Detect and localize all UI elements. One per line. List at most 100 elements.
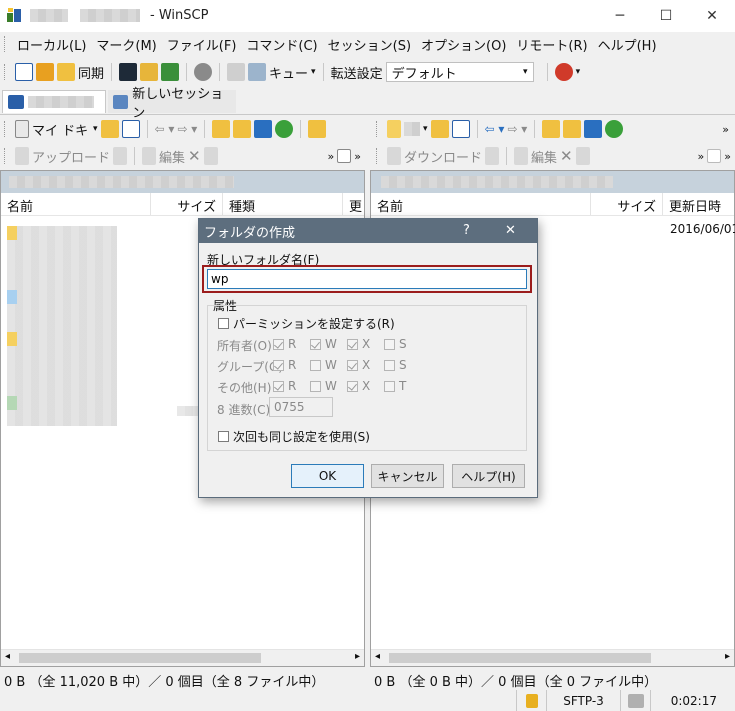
terminal-icon[interactable]	[119, 63, 138, 81]
synchronize-icon[interactable]	[57, 63, 75, 81]
overflow-chevron-icon[interactable]: »	[722, 123, 729, 136]
back-icon[interactable]: ⇦ ▾	[485, 122, 505, 136]
compare-directories-icon[interactable]	[15, 63, 33, 81]
tab-current-session[interactable]	[2, 90, 106, 113]
close-button[interactable]: ✕	[689, 0, 735, 32]
column-size[interactable]: サイズ	[591, 193, 663, 215]
folder-name-input[interactable]	[207, 269, 527, 289]
help-button[interactable]: ヘルプ(H)	[452, 464, 525, 488]
menu-remote[interactable]: リモート(R)	[511, 35, 592, 54]
checkbox[interactable]	[273, 359, 284, 371]
upload-button[interactable]: アップロード	[32, 147, 110, 166]
reuse-settings-checkbox[interactable]	[218, 431, 229, 442]
open-folder-icon[interactable]	[430, 120, 449, 138]
delete-icon[interactable]: ✕	[188, 147, 201, 165]
group-r[interactable]: R	[273, 358, 296, 372]
checkbox[interactable]	[347, 380, 358, 392]
others-t[interactable]: T	[384, 379, 406, 393]
local-location[interactable]: マイ ドキュ	[32, 120, 90, 139]
home-icon[interactable]	[584, 120, 603, 138]
checkbox[interactable]	[347, 359, 358, 371]
filter-icon[interactable]	[451, 120, 470, 138]
set-permissions-option[interactable]: パーミッションを設定する(R)	[218, 315, 395, 332]
transfer-settings-select[interactable]: デフォルト ▾	[385, 62, 534, 82]
maximize-button[interactable]: ☐	[643, 0, 689, 32]
owner-w[interactable]: W	[310, 337, 337, 351]
close-icon[interactable]: ✕	[505, 223, 516, 238]
scrollbar-thumb[interactable]	[19, 653, 261, 663]
octal-input[interactable]: 0755	[269, 397, 333, 417]
owner-x[interactable]: X	[347, 337, 370, 351]
forward-icon[interactable]: ⇨ ▾	[507, 122, 527, 136]
ok-button[interactable]: OK	[291, 464, 364, 488]
disconnect-dropdown-icon[interactable]: ▾	[576, 67, 581, 77]
rename-icon[interactable]	[575, 147, 590, 165]
edit-button[interactable]: 編集	[531, 147, 557, 166]
forward-icon[interactable]: ⇨ ▾	[177, 122, 197, 136]
parent-directory-icon[interactable]	[212, 120, 231, 138]
checkbox[interactable]	[273, 380, 284, 392]
others-x[interactable]: X	[347, 379, 370, 393]
parent-directory-icon[interactable]	[542, 120, 561, 138]
group-w[interactable]: W	[310, 358, 337, 372]
column-type[interactable]: 種類	[223, 193, 343, 215]
others-r[interactable]: R	[273, 379, 296, 393]
open-folder-icon[interactable]	[100, 120, 119, 138]
scroll-right-icon[interactable]: ▸	[725, 651, 730, 662]
edit-button[interactable]: 編集	[159, 147, 185, 166]
scrollbar-thumb[interactable]	[389, 653, 651, 663]
chevron-down-icon[interactable]: ▾	[423, 124, 428, 134]
menu-file[interactable]: ファイル(F)	[162, 35, 242, 54]
refresh-icon[interactable]	[275, 120, 294, 138]
tree-view-icon[interactable]	[308, 120, 327, 138]
reuse-settings-option[interactable]: 次回も同じ設定を使用(S)	[218, 428, 370, 445]
upload-icon[interactable]	[15, 147, 29, 165]
column-name[interactable]: 名前	[1, 193, 151, 215]
synchronize-label[interactable]: 同期	[78, 63, 104, 82]
scroll-left-icon[interactable]: ◂	[375, 651, 380, 662]
column-size[interactable]: サイズ	[151, 193, 223, 215]
overflow-chevron-icon[interactable]: »	[698, 150, 705, 163]
root-directory-icon[interactable]	[233, 120, 252, 138]
scroll-left-icon[interactable]: ◂	[5, 651, 10, 662]
putty-icon[interactable]	[140, 63, 159, 81]
remote-path-bar[interactable]	[371, 171, 734, 193]
checkbox[interactable]	[384, 380, 395, 392]
edit-icon[interactable]	[142, 147, 157, 165]
home-icon[interactable]	[254, 120, 273, 138]
queue-label[interactable]: キュー	[269, 63, 308, 82]
chevron-down-icon[interactable]: ▾	[93, 124, 98, 134]
scroll-right-icon[interactable]: ▸	[355, 651, 360, 662]
menu-command[interactable]: コマンド(C)	[241, 35, 322, 54]
column-modified[interactable]: 更	[343, 193, 364, 215]
refresh-session-icon[interactable]	[161, 63, 180, 81]
menu-help[interactable]: ヘルプ(H)	[593, 35, 662, 54]
set-permissions-checkbox[interactable]	[218, 318, 229, 329]
edit-icon[interactable]	[514, 147, 529, 165]
filter-icon[interactable]	[121, 120, 140, 138]
tab-new-session[interactable]: 新しいセッション	[108, 87, 236, 121]
queue-dropdown-icon[interactable]: ▾	[311, 67, 316, 77]
disconnect-icon[interactable]	[554, 63, 573, 81]
download-button[interactable]: ダウンロード	[404, 147, 482, 166]
remote-horizontal-scrollbar[interactable]: ◂ ▸	[371, 649, 734, 666]
checkbox[interactable]	[273, 338, 284, 350]
checkbox[interactable]	[310, 380, 321, 392]
back-icon[interactable]: ⇦ ▾	[155, 122, 175, 136]
overflow-chevron-icon[interactable]: »	[354, 150, 361, 163]
checkbox[interactable]	[310, 359, 321, 371]
checkbox[interactable]	[384, 359, 395, 371]
local-horizontal-scrollbar[interactable]: ◂ ▸	[1, 649, 364, 666]
delete-icon[interactable]: ✕	[560, 147, 573, 165]
download-icon[interactable]	[387, 147, 401, 165]
checkbox[interactable]	[347, 338, 358, 350]
local-path-bar[interactable]	[1, 171, 364, 193]
menu-local[interactable]: ローカル(L)	[12, 35, 91, 54]
minimize-button[interactable]: ─	[597, 0, 643, 32]
queue-page-icon[interactable]	[227, 63, 246, 81]
root-directory-icon[interactable]	[563, 120, 582, 138]
upload-options-icon[interactable]	[113, 147, 128, 165]
gear-icon[interactable]	[194, 63, 213, 81]
group-x[interactable]: X	[347, 358, 370, 372]
overflow-chevron-icon[interactable]: »	[724, 150, 731, 163]
